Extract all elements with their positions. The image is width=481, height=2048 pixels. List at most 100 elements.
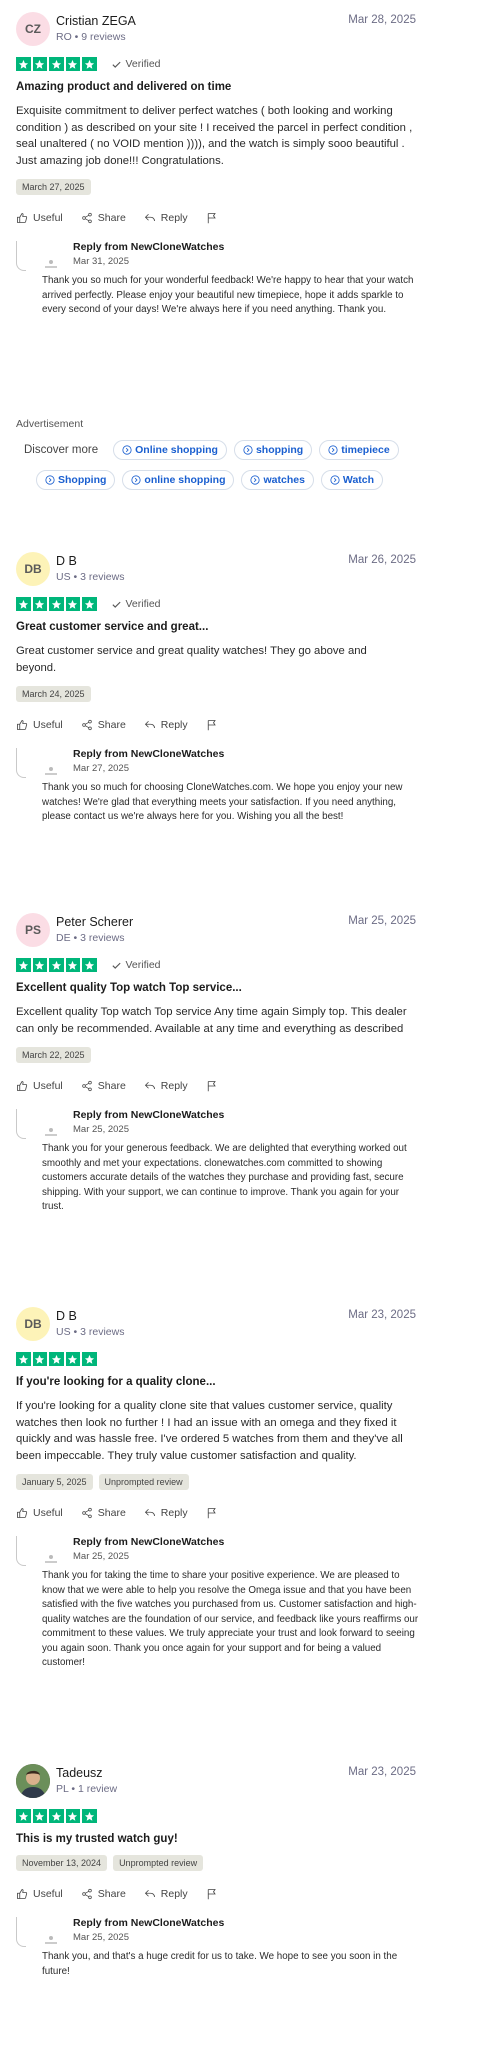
reply-button[interactable]: Reply: [144, 1888, 188, 1900]
review-title[interactable]: Great customer service and great...: [16, 621, 416, 633]
reply-icon: [144, 1889, 155, 1898]
thumbs-up-icon: [17, 213, 28, 223]
company-logo-icon: [45, 260, 57, 268]
unprompted-review-chip[interactable]: Unprompted review: [98, 1474, 189, 1490]
share-icon: [82, 212, 92, 224]
rating-row: [16, 1351, 416, 1367]
advertisement: Advertisement Discover more Online shopp…: [16, 418, 436, 490]
report-button[interactable]: [206, 1888, 218, 1900]
reply-icon: [144, 720, 155, 729]
ad-pill[interactable]: online shopping: [122, 470, 235, 490]
share-button[interactable]: Share: [81, 719, 126, 731]
star-icon: [65, 596, 80, 612]
check-icon: [111, 962, 121, 969]
verified-badge[interactable]: Verified: [111, 58, 161, 70]
star-icon: [16, 957, 31, 973]
review-card: PS Peter Scherer DE • 3 reviews Mar 25, …: [16, 913, 416, 1215]
check-icon: [111, 61, 121, 68]
reviewer-name[interactable]: D B: [56, 554, 77, 568]
share-button[interactable]: Share: [81, 1507, 126, 1519]
useful-button[interactable]: Useful: [16, 1080, 63, 1092]
useful-button[interactable]: Useful: [16, 1888, 63, 1900]
verified-badge[interactable]: Verified: [111, 598, 161, 610]
useful-button[interactable]: Useful: [16, 719, 63, 731]
thumbs-up-icon: [17, 720, 28, 730]
arrow-circle-icon: [330, 475, 340, 485]
avatar-photo[interactable]: [16, 1764, 50, 1798]
ad-row-2: Shopping online shopping watches Watch: [16, 470, 436, 490]
review-title[interactable]: Excellent quality Top watch Top service.…: [16, 982, 416, 994]
company-logo-icon: [45, 767, 57, 775]
ad-pill[interactable]: Online shopping: [113, 440, 227, 460]
reply-label: Reply: [160, 719, 188, 731]
reviewer-name[interactable]: Cristian ZEGA: [56, 14, 136, 28]
reviewer-meta: US • 3 reviews: [56, 1326, 125, 1338]
share-button[interactable]: Share: [81, 1080, 126, 1092]
reviewer-name[interactable]: Tadeusz: [56, 1766, 103, 1780]
reply-icon: [144, 1508, 155, 1517]
ad-pill[interactable]: timepiece: [319, 440, 399, 460]
review-chips: March 22, 2025: [16, 1047, 416, 1063]
reviewer-name[interactable]: D B: [56, 1309, 77, 1323]
reviewer-meta: DE • 3 reviews: [56, 932, 125, 944]
reply-button[interactable]: Reply: [144, 719, 188, 731]
rating-row: [16, 1808, 416, 1824]
review-title[interactable]: If you're looking for a quality clone...: [16, 1376, 416, 1388]
share-button[interactable]: Share: [81, 212, 126, 224]
experience-date-chip: January 5, 2025: [16, 1474, 93, 1490]
reply-button[interactable]: Reply: [144, 1507, 188, 1519]
share-button[interactable]: Share: [81, 1888, 126, 1900]
arrow-circle-icon: [122, 445, 132, 455]
report-button[interactable]: [206, 1507, 218, 1519]
reply-from: Reply from NewCloneWatches: [73, 241, 225, 253]
share-icon: [82, 1888, 92, 1900]
avatar[interactable]: DB: [16, 1307, 50, 1341]
ad-pill[interactable]: Watch: [320, 470, 384, 490]
review-title[interactable]: This is my trusted watch guy!: [16, 1833, 416, 1845]
share-icon: [82, 1080, 92, 1092]
avatar[interactable]: CZ: [16, 12, 50, 46]
reply-button[interactable]: Reply: [144, 212, 188, 224]
review-actions: Useful Share Reply: [16, 1079, 416, 1093]
flag-icon: [207, 1889, 216, 1900]
review-body: Great customer service and great quality…: [16, 645, 367, 674]
reply-from: Reply from NewCloneWatches: [73, 1917, 225, 1929]
flag-icon: [207, 720, 216, 731]
star-icon: [65, 1351, 80, 1367]
star-icon: [65, 56, 80, 72]
star-rating: [16, 1351, 97, 1367]
share-label: Share: [97, 1507, 126, 1519]
thumbs-up-icon: [17, 1889, 28, 1899]
useful-button[interactable]: Useful: [16, 1507, 63, 1519]
star-rating: [16, 596, 97, 612]
share-label: Share: [97, 1080, 126, 1092]
avatar[interactable]: PS: [16, 913, 50, 947]
star-icon: [49, 56, 64, 72]
review-chips: January 5, 2025 Unprompted review: [16, 1474, 416, 1490]
star-icon: [49, 596, 64, 612]
reviewer-name[interactable]: Peter Scherer: [56, 915, 133, 929]
ad-pill[interactable]: watches: [241, 470, 314, 490]
share-label: Share: [97, 1888, 126, 1900]
avatar[interactable]: DB: [16, 552, 50, 586]
review-actions: Useful Share Reply: [16, 211, 416, 225]
review-header: CZ Cristian ZEGA RO • 9 reviews Mar 28, …: [16, 12, 416, 56]
report-button[interactable]: [206, 212, 218, 224]
report-button[interactable]: [206, 719, 218, 731]
reply-button[interactable]: Reply: [144, 1080, 188, 1092]
arrow-circle-icon: [328, 445, 338, 455]
useful-button[interactable]: Useful: [16, 212, 63, 224]
verified-label: Verified: [125, 58, 161, 70]
review-title[interactable]: Amazing product and delivered on time: [16, 81, 416, 93]
reply-text: Thank you for taking the time to share y…: [42, 1570, 419, 1668]
verified-badge[interactable]: Verified: [111, 959, 161, 971]
experience-date-chip: March 27, 2025: [16, 179, 91, 195]
reply-from: Reply from NewCloneWatches: [73, 1109, 225, 1121]
thumbs-up-icon: [17, 1081, 28, 1091]
ad-pill[interactable]: shopping: [233, 440, 313, 460]
report-button[interactable]: [206, 1080, 218, 1092]
profile-photo-icon: [16, 1764, 50, 1798]
unprompted-review-chip[interactable]: Unprompted review: [113, 1855, 204, 1871]
ad-pill[interactable]: Shopping: [36, 470, 116, 490]
reviewer-meta: PL • 1 review: [56, 1783, 118, 1795]
